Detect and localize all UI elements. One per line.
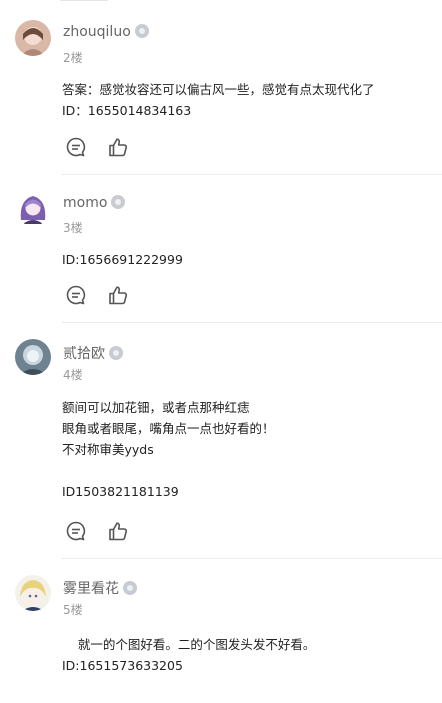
- avatar[interactable]: [15, 20, 51, 56]
- level-badge-icon: [123, 581, 137, 595]
- username-text[interactable]: zhouqiluo: [63, 24, 131, 40]
- comment-text: 就一的个图好看。二的个图发头发不好看。 ID:1651573633205: [62, 637, 316, 673]
- floor-number: 4楼: [63, 368, 83, 382]
- username[interactable]: momo: [63, 195, 126, 211]
- reply-bubble-icon[interactable]: [65, 136, 87, 158]
- level-badge-icon: [109, 346, 123, 360]
- username-text[interactable]: 雾里看花: [63, 581, 119, 597]
- floor-number: 2楼: [63, 51, 83, 65]
- avatar[interactable]: [15, 190, 51, 226]
- reply-bubble-icon[interactable]: [65, 520, 87, 542]
- comment-divider: [62, 558, 442, 559]
- thumbs-up-icon[interactable]: [107, 520, 129, 542]
- username-text[interactable]: momo: [63, 195, 107, 211]
- reply-bubble-icon[interactable]: [65, 284, 87, 306]
- username[interactable]: 雾里看花: [63, 578, 137, 598]
- avatar[interactable]: [15, 339, 51, 375]
- username[interactable]: zhouqiluo: [63, 24, 149, 40]
- level-badge-icon: [134, 24, 149, 38]
- comment-divider: [62, 322, 442, 323]
- level-badge-icon: [111, 195, 126, 209]
- username-text[interactable]: 贰拾欧: [63, 346, 105, 362]
- comment-text: ID:1656691222999: [62, 252, 183, 267]
- comment-text: 额间可以加花钿，或者点那种红痣 眼角或者眼尾，嘴角点一点也好看的！ 不对称审美y…: [62, 400, 275, 499]
- comment-divider: [62, 174, 442, 175]
- avatar[interactable]: [15, 575, 51, 611]
- username[interactable]: 贰拾欧: [63, 343, 123, 363]
- comment-text: 答案：感觉妆容还可以偏古风一些，感觉有点太现代化了 ID：16550148341…: [62, 82, 375, 118]
- thumbs-up-icon[interactable]: [107, 284, 129, 306]
- floor-number: 3楼: [63, 221, 83, 235]
- floor-number: 5楼: [63, 603, 83, 617]
- thumbs-up-icon[interactable]: [107, 136, 129, 158]
- top-divider: [60, 0, 108, 1]
